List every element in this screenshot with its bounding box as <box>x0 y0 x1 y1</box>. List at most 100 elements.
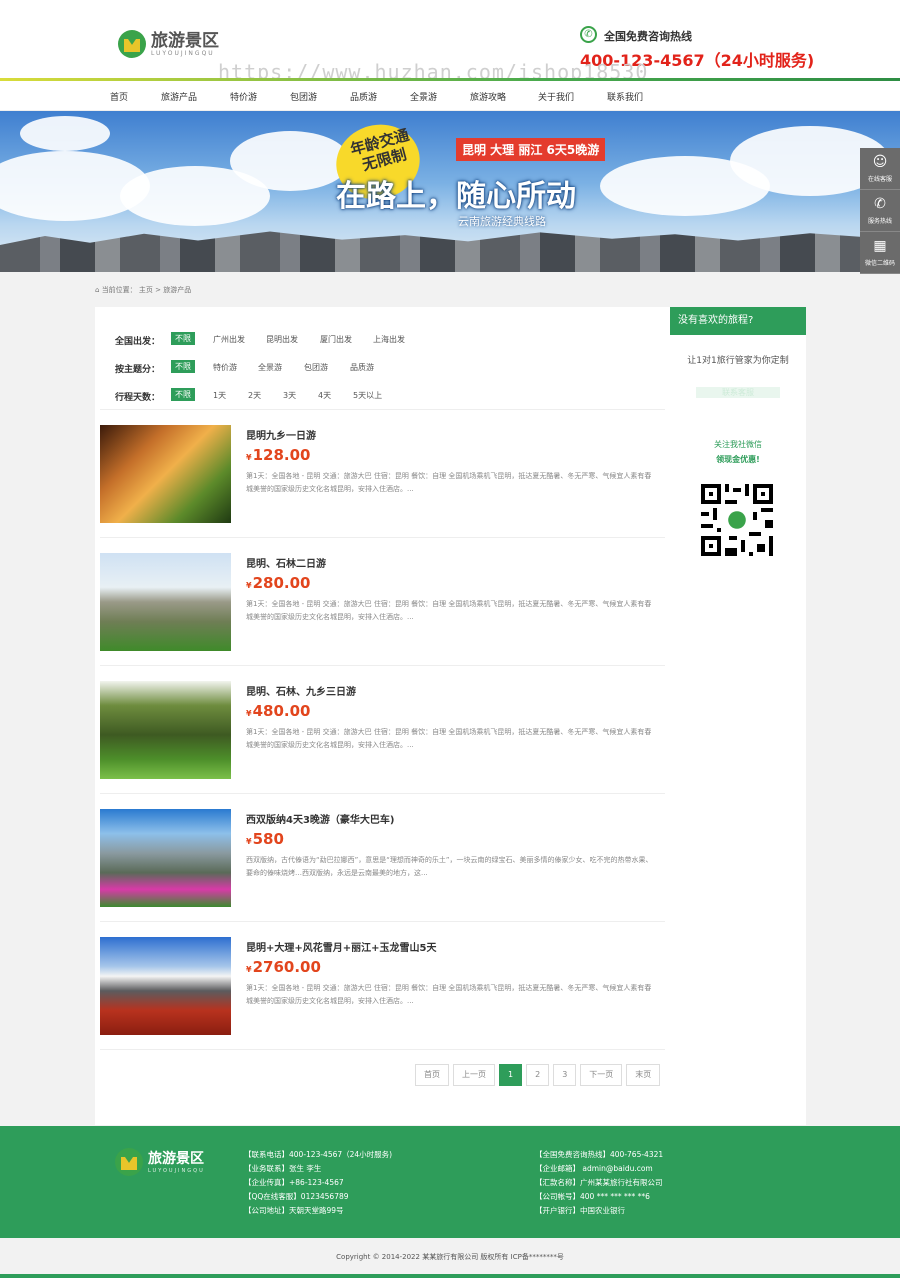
footer-free-hotline: 【全国免费咨询热线】400-765-4321 <box>535 1150 664 1159</box>
tour-title[interactable]: 昆明、石林二日游 <box>246 555 326 570</box>
nav-travel-guides[interactable]: 旅游攻略 <box>470 90 506 103</box>
page-1-button[interactable]: 1 <box>499 1064 523 1086</box>
filter-option[interactable]: 3天 <box>283 390 296 401</box>
old-town-roofs <box>0 231 900 272</box>
tour-item[interactable]: 昆明、石林、九乡三日游 ¥480.00 第1天：全国各地 - 昆明 交通：旅游大… <box>100 666 665 794</box>
site-footer: 旅游景区 LUYOUJINGQU 【联系电话】400-123-4567（24小时… <box>0 1126 900 1238</box>
hero-banner[interactable]: 年龄交通 无限制 昆明 大理 丽江 6天5晚游 在路上，随心所动 云南旅游经典线… <box>0 111 900 272</box>
custom-trip-text: 让1对1旅行管家为你定制 <box>687 356 789 366</box>
filter-option[interactable]: 广州出发 <box>213 334 245 345</box>
qrcode-icon: ▦ <box>873 238 887 254</box>
filter-option[interactable]: 全景游 <box>258 362 282 373</box>
footer-address: 【公司地址】天朝天堂路99号 <box>244 1206 344 1215</box>
filter-option[interactable]: 特价游 <box>213 362 237 373</box>
filter-label: 行程天数： <box>115 393 161 403</box>
tour-image-banyan[interactable] <box>100 681 231 779</box>
nav-quality-tours[interactable]: 品质游 <box>350 90 377 103</box>
next-page-button[interactable]: 下一页 <box>580 1064 623 1086</box>
online-service-label: 在线客服 <box>867 176 892 183</box>
wechat-qr-button[interactable]: ▦ 微信二维码 <box>860 232 900 274</box>
filter-option[interactable]: 4天 <box>318 390 331 401</box>
tour-price: ¥580 <box>246 830 284 848</box>
logo-name: 旅游景区 <box>151 30 219 51</box>
logo-mark-icon <box>115 1148 143 1176</box>
breadcrumb-prefix: 当前位置： <box>101 286 137 294</box>
headset-icon: ☺ <box>872 154 888 170</box>
tour-description: 第1天：全国各地 - 昆明 交通：旅游大巴 住宿：昆明 餐饮：自理 全国机场乘机… <box>246 600 652 621</box>
nav-contact[interactable]: 联系我们 <box>607 90 643 103</box>
currency-symbol: ¥ <box>246 709 252 718</box>
last-page-button[interactable]: 末页 <box>626 1064 661 1086</box>
tour-item[interactable]: 昆明+大理+风花雪月+丽江+玉龙雪山5天 ¥2760.00 第1天：全国各地 -… <box>100 922 665 1050</box>
tour-image-stone-forest[interactable] <box>100 553 231 651</box>
tour-title[interactable]: 昆明九乡一日游 <box>246 427 316 442</box>
online-service-button[interactable]: ☺ 在线客服 <box>860 148 900 190</box>
tour-list-panel: 全国出发： 不限 广州出发 昆明出发 厦门出发 上海出发 按主题分： 不限 特价… <box>95 307 670 1125</box>
nav-special-deals[interactable]: 特价游 <box>230 90 257 103</box>
footer-logo[interactable]: 旅游景区 LUYOUJINGQU <box>115 1148 205 1176</box>
banner-slogan: 在路上，随心所动 <box>336 179 576 214</box>
tour-price: ¥2760.00 <box>246 958 321 976</box>
tour-item[interactable]: 昆明九乡一日游 ¥128.00 第1天：全国各地 - 昆明 交通：旅游大巴 住宿… <box>100 410 665 538</box>
bottom-bar <box>0 1274 900 1278</box>
breadcrumb-separator: > <box>155 286 162 294</box>
wechat-qr-label: 微信二维码 <box>864 260 895 267</box>
wechat-promo-text: 领现金优惠! <box>716 455 760 464</box>
currency-symbol: ¥ <box>246 965 252 974</box>
filter-option[interactable]: 厦门出发 <box>320 334 352 345</box>
filter-option[interactable]: 1天 <box>213 390 226 401</box>
nav-products[interactable]: 旅游产品 <box>161 90 197 103</box>
tour-price: ¥280.00 <box>246 574 310 592</box>
right-sidebar: 没有喜欢的旅程? 让1对1旅行管家为你定制 联系客服 关注我社微信 领现金优惠! <box>670 307 806 1125</box>
tour-item[interactable]: 昆明、石林二日游 ¥280.00 第1天：全国各地 - 昆明 交通：旅游大巴 住… <box>100 538 665 666</box>
cloud <box>230 131 350 191</box>
sidebar-heading: 没有喜欢的旅程? <box>670 307 806 335</box>
tour-description: 第1天：全国各地 - 昆明 交通：旅游大巴 住宿：昆明 餐饮：自理 全国机场乘机… <box>246 728 652 749</box>
price-value: 580 <box>252 830 284 848</box>
tour-item[interactable]: 西双版纳4天3晚游（豪华大巴车) ¥580 西双版纳，古代傣语为“勐巴拉娜西”，… <box>100 794 665 922</box>
breadcrumb-current[interactable]: 旅游产品 <box>163 286 191 294</box>
tour-image-karst[interactable] <box>100 809 231 907</box>
tour-title[interactable]: 昆明+大理+风花雪月+丽江+玉龙雪山5天 <box>246 939 436 954</box>
footer-account-number: 【公司帐号】400 *** *** *** **6 <box>535 1192 650 1201</box>
nav-panorama-tours[interactable]: 全景游 <box>410 90 437 103</box>
nav-home[interactable]: 首页 <box>110 90 128 103</box>
footer-qq: 【QQ在线客服】0123456789 <box>244 1192 349 1201</box>
breadcrumb-home-link[interactable]: 主页 <box>139 286 153 294</box>
logo-mark-icon <box>118 30 146 58</box>
price-value: 480.00 <box>252 702 311 720</box>
tour-image-snow-mountain[interactable] <box>100 937 231 1035</box>
tour-price: ¥128.00 <box>246 446 310 464</box>
filter-option[interactable]: 2天 <box>248 390 261 401</box>
filter-label: 按主题分： <box>115 365 161 375</box>
site-logo[interactable]: 旅游景区 LUYOUJINGQU <box>118 30 219 58</box>
prev-page-button[interactable]: 上一页 <box>453 1064 495 1086</box>
footer-business-contact: 【业务联系】张生 李生 <box>244 1164 322 1173</box>
nav-group-tours[interactable]: 包团游 <box>290 90 317 103</box>
filter-option-any[interactable]: 不限 <box>171 388 195 401</box>
nav-about[interactable]: 关于我们 <box>538 90 574 103</box>
footer-logo-name: 旅游景区 <box>148 1151 204 1167</box>
footer-logo-pinyin: LUYOUJINGQU <box>148 1168 205 1174</box>
copyright: Copyright © 2014-2022 某某旅行有限公司 版权所有 ICP备… <box>336 1253 564 1261</box>
tour-title[interactable]: 昆明、石林、九乡三日游 <box>246 683 356 698</box>
filter-label: 全国出发： <box>115 337 161 347</box>
filter-option-any[interactable]: 不限 <box>171 360 195 373</box>
hotline-button[interactable]: ✆ 服务热线 <box>860 190 900 232</box>
page-2-button[interactable]: 2 <box>526 1064 550 1086</box>
filter-option-any[interactable]: 不限 <box>171 332 195 345</box>
filter-option[interactable]: 品质游 <box>350 362 374 373</box>
tour-image-cave[interactable] <box>100 425 231 523</box>
footer-fax: 【企业传真】+86-123-4567 <box>244 1178 344 1187</box>
contact-service-button[interactable]: 联系客服 <box>696 387 780 398</box>
first-page-button[interactable]: 首页 <box>415 1064 449 1086</box>
filter-option[interactable]: 包团游 <box>304 362 328 373</box>
tour-title[interactable]: 西双版纳4天3晚游（豪华大巴车) <box>246 811 395 826</box>
filter-option[interactable]: 昆明出发 <box>266 334 298 345</box>
route-label: 昆明 大理 丽江 6天5晚游 <box>456 138 606 161</box>
tour-description: 第1天：全国各地 - 昆明 交通：旅游大巴 住宿：昆明 餐饮：自理 全国机场乘机… <box>246 472 652 493</box>
page-3-button[interactable]: 3 <box>553 1064 577 1086</box>
tour-price: ¥480.00 <box>246 702 310 720</box>
filter-option[interactable]: 5天以上 <box>353 390 382 401</box>
filter-option[interactable]: 上海出发 <box>373 334 405 345</box>
